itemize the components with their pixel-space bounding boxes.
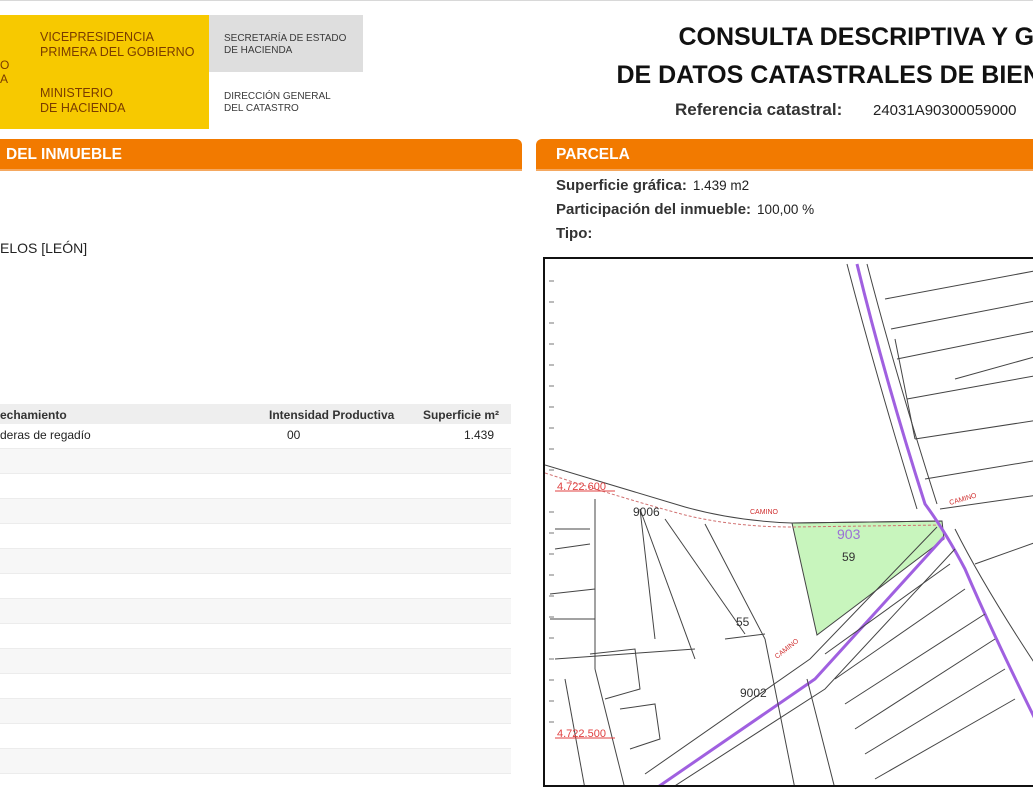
title-line-1: CONSULTA DESCRIPTIVA Y GI	[678, 23, 1033, 51]
superficie-row: Superficie gráfica: 1.439 m2	[556, 177, 749, 194]
cell-aprovechamiento: deras de regadío	[0, 428, 91, 442]
road-9006-label: 9006	[633, 505, 660, 519]
table-row	[0, 474, 511, 499]
table-row	[0, 599, 511, 624]
poligono-label: 903	[837, 526, 861, 542]
title-line-2: DE DATOS CATASTRALES DE BIEN	[616, 61, 1033, 89]
refcat-label: Referencia catastral:	[675, 100, 843, 119]
table-row	[0, 749, 511, 774]
camino-label-2: CAMINO	[949, 492, 978, 507]
tipo-label: Tipo:	[556, 225, 593, 242]
participacion-row: Participación del inmueble: 100,00 %	[556, 201, 814, 218]
section-header-inmueble: DEL INMUEBLE	[0, 139, 522, 169]
crest-line-1: O	[0, 58, 10, 72]
table-row: deras de regadío 00 1.439	[0, 424, 511, 449]
top-rule	[0, 0, 1033, 1]
table-row	[0, 449, 511, 474]
page-title: CONSULTA DESCRIPTIVA Y GI DE DATOS CATAS…	[441, 18, 1033, 94]
section-header-parcela: PARCELA	[536, 139, 1033, 169]
vice-line-1: VICEPRESIDENCIA	[40, 30, 154, 44]
camino-label-3: CAMINO	[774, 637, 801, 660]
parcels-top-right	[884, 270, 1033, 510]
table-row	[0, 674, 511, 699]
road-9002-label: 9002	[740, 686, 767, 700]
participacion-value: 100,00 %	[757, 202, 815, 217]
sec-line-1: SECRETARÍA DE ESTADO	[224, 33, 347, 44]
header-aprovechamiento: echamiento	[0, 408, 67, 422]
parcel-59-label: 59	[842, 550, 856, 564]
sec-line-2: DE HACIENDA	[224, 45, 293, 56]
cell-intensidad: 00	[287, 428, 301, 442]
direccion-label: DIRECCIÓN GENERAL DEL CATASTRO	[224, 91, 331, 115]
section-rule-left	[0, 169, 522, 171]
map-canvas: 4.722.600 4.722.500 9006 CAMINO CAMINO C…	[545, 263, 1033, 785]
cadastral-map[interactable]: 4.722.600 4.722.500 9006 CAMINO CAMINO C…	[543, 257, 1033, 787]
camino-label-1: CAMINO	[750, 509, 779, 516]
header-intensidad: Intensidad Productiva	[269, 408, 395, 422]
superficie-label: Superficie gráfica:	[556, 177, 687, 194]
table-row	[0, 524, 511, 549]
crest-text: O A	[0, 58, 9, 86]
vice-line-2: PRIMERA DEL GOBIERNO	[40, 45, 195, 59]
dir-line-1: DIRECCIÓN GENERAL	[224, 91, 331, 102]
section-rule-right	[536, 169, 1033, 171]
tipo-row: Tipo:	[556, 225, 592, 242]
dir-line-2: DEL CATASTRO	[224, 103, 299, 114]
parcel-59-highlight[interactable]	[791, 520, 945, 636]
crest-line-2: A	[0, 72, 9, 86]
refcat-value: 24031A90300059000	[873, 102, 1017, 119]
vicepresidencia-label: VICEPRESIDENCIA PRIMERA DEL GOBIERNO	[40, 30, 194, 60]
min-line-1: MINISTERIO	[40, 86, 113, 100]
cell-superficie: 1.439	[463, 428, 494, 442]
participacion-label: Participación del inmueble:	[556, 201, 752, 218]
table-row	[0, 724, 511, 749]
parcels-left	[549, 499, 795, 785]
ministerio-label: MINISTERIO DE HACIENDA	[40, 86, 125, 116]
min-line-2: DE HACIENDA	[40, 101, 126, 115]
table-body: deras de regadío 00 1.439	[0, 424, 511, 774]
secretaria-label: SECRETARÍA DE ESTADO DE HACIENDA	[224, 33, 346, 57]
map-ticks	[549, 280, 554, 723]
table-row	[0, 549, 511, 574]
cultivos-table: echamiento Intensidad Productiva Superfi…	[0, 404, 511, 774]
header-superficie: Superficie m²	[422, 408, 499, 422]
road-vertical	[846, 263, 1033, 719]
table-row	[0, 649, 511, 674]
camino-9006	[545, 464, 943, 528]
table-row	[0, 699, 511, 724]
table-row	[0, 499, 511, 524]
table-row	[0, 574, 511, 599]
municipio-text: ELOS [LEÓN]	[0, 240, 88, 256]
table-header: echamiento Intensidad Productiva Superfi…	[0, 404, 511, 424]
parcel-55-label: 55	[736, 615, 750, 629]
superficie-value: 1.439 m2	[692, 178, 750, 193]
table-row	[0, 624, 511, 649]
